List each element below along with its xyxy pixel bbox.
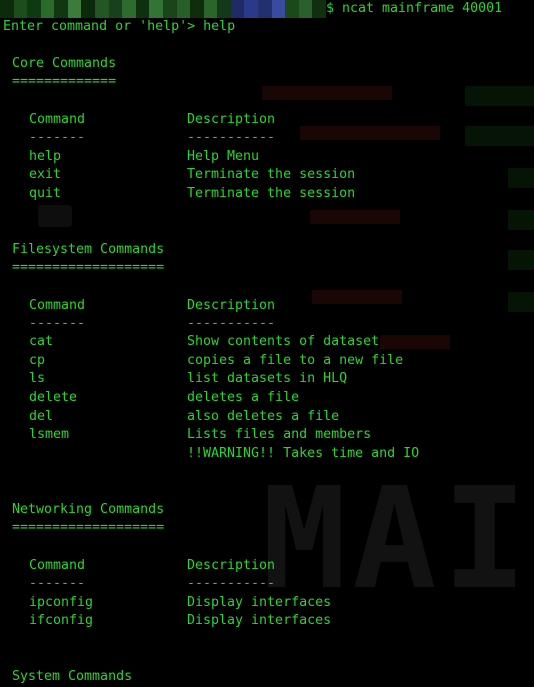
command-name: help: [29, 149, 62, 164]
command-description: list datasets in HLQ: [187, 371, 348, 386]
bg-decoration: [508, 168, 534, 188]
column-header-description: Description: [187, 298, 276, 313]
bg-decoration: [262, 86, 392, 100]
section-underline: ===================: [12, 520, 165, 535]
header-underline: -------: [29, 316, 86, 331]
bg-decoration: [508, 250, 534, 270]
command-description: Display interfaces: [187, 595, 332, 610]
command-description: Display interfaces: [187, 613, 332, 628]
bg-decoration: [312, 290, 402, 304]
section-title-networking: Networking Commands: [12, 502, 165, 517]
command-description: Terminate the session: [187, 167, 356, 182]
terminal-window: MAI $ ncat mainframe 40001 Enter command…: [0, 0, 534, 687]
section-title-system: System Commands: [12, 669, 133, 684]
command-name: delete: [29, 390, 78, 405]
bg-decoration: [465, 126, 534, 146]
command-prompt[interactable]: Enter command or 'help'> help: [3, 18, 235, 36]
command-description: Lists files and members: [187, 427, 372, 442]
redacted-hostname: [0, 0, 326, 18]
shell-command: $ ncat mainframe 40001: [326, 1, 503, 16]
command-name: exit: [29, 167, 62, 182]
command-name: lsmem: [29, 427, 70, 442]
section-title-filesystem: Filesystem Commands: [12, 242, 165, 257]
section-underline: =============: [12, 74, 117, 89]
command-description: also deletes a file: [187, 409, 340, 424]
command-name: ipconfig: [29, 595, 94, 610]
command-name: ifconfig: [29, 613, 94, 628]
column-header-description: Description: [187, 558, 276, 573]
command-description: deletes a file: [187, 390, 300, 405]
command-description: Terminate the session: [187, 186, 356, 201]
command-name: quit: [29, 186, 62, 201]
command-name: cp: [29, 353, 46, 368]
bg-decoration: [310, 210, 400, 224]
bg-decoration: [465, 86, 534, 106]
bg-decoration: [380, 335, 450, 349]
column-header-command: Command: [29, 298, 86, 313]
header-underline: -----------: [187, 576, 276, 591]
header-underline: -----------: [187, 130, 276, 145]
bg-decoration: [508, 292, 534, 312]
section-title-core: Core Commands: [12, 56, 117, 71]
header-underline: -------: [29, 576, 86, 591]
bg-decoration: [38, 205, 72, 227]
command-description: Show contents of dataset: [187, 334, 380, 349]
section-underline: ===================: [12, 260, 165, 275]
bg-decoration: [508, 210, 534, 230]
bg-decoration: [300, 126, 440, 140]
header-underline: -------: [29, 130, 86, 145]
command-description: Help Menu: [187, 149, 260, 164]
command-name: ls: [29, 371, 46, 386]
warning-text: !!WARNING!! Takes time and IO: [187, 446, 420, 461]
header-underline: -----------: [187, 316, 276, 331]
column-header-command: Command: [29, 558, 86, 573]
background-watermark: MAI: [262, 458, 533, 621]
command-description: copies a file to a new file: [187, 353, 404, 368]
column-header-command: Command: [29, 112, 86, 127]
command-name: del: [29, 409, 54, 424]
column-header-description: Description: [187, 112, 276, 127]
command-name: cat: [29, 334, 54, 349]
